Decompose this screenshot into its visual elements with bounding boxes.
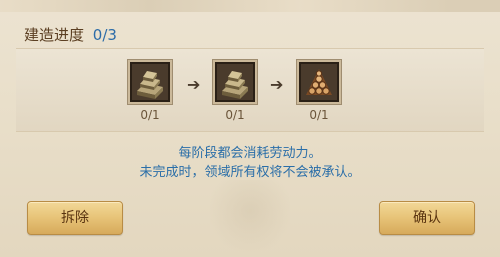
arrow-right-icon: ➔ bbox=[187, 75, 201, 94]
stage-2-count: 0/1 bbox=[225, 108, 245, 122]
stage-1-slot[interactable] bbox=[128, 60, 172, 104]
progress-label: 建造进度 bbox=[24, 26, 85, 44]
info-line-2: 未完成时，领域所有权将不会被承认。 bbox=[139, 165, 361, 180]
stage-3[interactable]: 0/1 bbox=[295, 60, 343, 122]
stage-1-count: 0/1 bbox=[140, 108, 160, 122]
construction-panel: 建造进度 0/3 0/1 ➔ 0/1 ➔ 0/1 每阶段都会消耗劳动力。 未完成… bbox=[0, 0, 500, 257]
stage-3-slot[interactable] bbox=[297, 60, 341, 104]
stage-3-count: 0/1 bbox=[309, 108, 329, 122]
info-line-1: 每阶段都会消耗劳动力。 bbox=[178, 146, 322, 161]
stage-2[interactable]: 0/1 bbox=[211, 60, 259, 122]
stacked-stone-icon bbox=[222, 71, 248, 99]
log-pile-icon bbox=[306, 69, 332, 95]
top-banner-strip bbox=[0, 0, 500, 12]
construction-progress: 建造进度 0/3 bbox=[24, 24, 117, 46]
background-watermark bbox=[210, 180, 290, 257]
arrow-right-icon: ➔ bbox=[270, 75, 284, 94]
stacked-stone-icon bbox=[137, 71, 163, 99]
progress-value: 0/3 bbox=[92, 26, 117, 44]
stage-2-slot[interactable] bbox=[213, 60, 257, 104]
demolish-button[interactable]: 拆除 bbox=[27, 201, 123, 235]
stage-1[interactable]: 0/1 bbox=[126, 60, 174, 122]
confirm-button[interactable]: 确认 bbox=[379, 201, 475, 235]
